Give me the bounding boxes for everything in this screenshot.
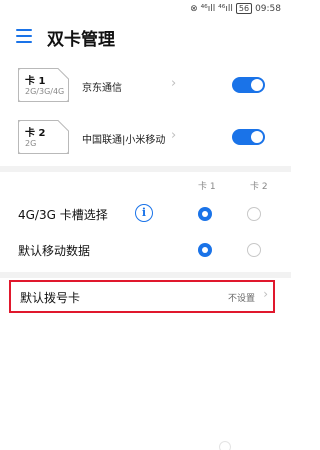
default-data-radio-card2[interactable]	[247, 243, 261, 257]
info-icon[interactable]: i	[135, 204, 153, 222]
sim2-toggle[interactable]	[232, 129, 265, 145]
slot-selection-row: 4G/3G 卡槽选择 i	[0, 196, 291, 232]
menu-icon[interactable]	[16, 29, 32, 43]
carrier-name: 京东通信	[82, 83, 122, 94]
page-title: 双卡管理	[47, 30, 115, 50]
status-time: 09:58	[255, 3, 281, 14]
slot-selection-radio-card2[interactable]	[247, 207, 261, 221]
carrier-name: 中国联通|小米移动	[82, 135, 166, 146]
slot-selection-label: 4G/3G 卡槽选择	[18, 208, 108, 222]
column-card1: 卡 1	[198, 182, 216, 192]
bottom-partial-icon	[219, 441, 231, 450]
status-indicators: ⊗ ⁴⁶ıll ⁴⁶ıll 56 09:58	[190, 3, 281, 14]
default-data-row: 默认移动数据	[0, 232, 291, 268]
battery-level: 56	[238, 4, 250, 13]
status-bar: ⊗ ⁴⁶ıll ⁴⁶ıll 56 09:58	[0, 0, 291, 18]
sim-row-card2[interactable]: 卡 2 2G 中国联通|小米移动 ›	[0, 112, 291, 164]
chevron-right-icon: ›	[263, 287, 268, 301]
section-divider	[0, 272, 291, 278]
column-card2: 卡 2	[250, 182, 268, 192]
default-dial-label: 默认拨号卡	[20, 291, 81, 305]
default-dial-value: 不设置	[227, 294, 255, 304]
battery-icon: 56	[235, 3, 253, 14]
default-dial-card-row[interactable]: 默认拨号卡 不设置 ›	[9, 280, 275, 313]
app-header: 双卡管理	[0, 22, 291, 52]
column-headers: 卡 1 卡 2	[0, 172, 291, 196]
sim-row-card1[interactable]: 卡 1 2G/3G/4G 京东通信 ›	[0, 60, 291, 112]
signal-icons: ⊗ ⁴⁶ıll ⁴⁶ıll	[190, 3, 233, 14]
chevron-right-icon[interactable]: ›	[171, 76, 176, 91]
sim1-toggle[interactable]	[232, 77, 265, 93]
sim-card-outline	[18, 68, 69, 102]
sim-card-outline	[18, 120, 69, 154]
default-data-label: 默认移动数据	[18, 244, 91, 258]
chevron-right-icon[interactable]: ›	[171, 128, 176, 143]
default-data-radio-card1[interactable]	[198, 243, 212, 257]
slot-selection-radio-card1[interactable]	[198, 207, 212, 221]
